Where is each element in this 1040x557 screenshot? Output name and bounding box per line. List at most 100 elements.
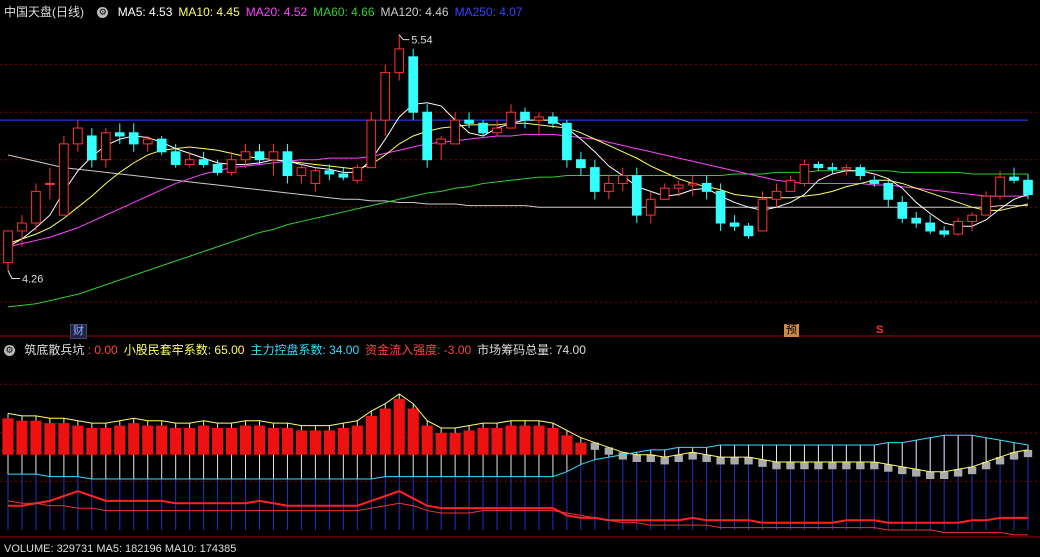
candle-body (534, 116, 544, 121)
candle-body (464, 119, 474, 124)
candle-body (827, 167, 838, 170)
candle-body (31, 190, 41, 224)
candle-body (925, 222, 936, 232)
candle-body (3, 230, 13, 264)
candle-body (268, 151, 279, 161)
fund-block (128, 423, 140, 455)
candle-body (715, 190, 726, 224)
fund-block (323, 430, 335, 455)
candle-body (170, 151, 181, 165)
candle-body (198, 159, 209, 165)
candle-body (338, 173, 349, 178)
ma-legend-item: MA120: 4.46 (380, 5, 449, 19)
candle-body (226, 159, 237, 173)
indicator-panel-header: ⚙ 筑底散兵坑 : 0.00 小股民套牢系数: 65.00 主力控盘系数: 34.0… (0, 342, 598, 358)
ma5-line (7, 102, 1029, 248)
fund-block (58, 423, 70, 455)
indicator-legend: : 0.00 小股民套牢系数: 65.00 主力控盘系数: 34.00 资金流入强度:… (88, 343, 592, 357)
candle-body (100, 132, 111, 161)
fund-block (407, 408, 419, 455)
candle-body (603, 182, 614, 192)
chip-block (618, 452, 627, 460)
chip-block (646, 454, 655, 462)
candle-body (953, 220, 963, 235)
fund-block (2, 418, 14, 455)
indicator-legend-item: 主力控盘系数: 34.00 (250, 343, 360, 357)
indicator-gear-icon[interactable]: ⚙ (4, 345, 15, 357)
candle-body (673, 184, 684, 189)
fund-block (156, 425, 168, 455)
fund-block (575, 442, 587, 455)
chip-block (786, 462, 795, 470)
candle-body (156, 138, 167, 153)
fund-block (393, 398, 405, 455)
fund-block (365, 415, 377, 455)
chip-block (828, 462, 837, 470)
candle-body (184, 159, 195, 165)
fund-block (184, 428, 196, 455)
chip-block (842, 462, 851, 470)
chip-block (688, 452, 697, 460)
chip-block (939, 471, 949, 479)
candle-body (562, 122, 572, 161)
high-pointer (398, 34, 410, 41)
fund-block (309, 430, 321, 455)
candle-body (897, 201, 908, 219)
ma-legend-item: MA5: 4.53 (117, 5, 173, 19)
chip-block (912, 469, 921, 477)
stock-label: 中国天盘(日线) (4, 5, 84, 19)
ma-legend-item: MA20: 4.52 (245, 5, 308, 19)
indicator-name: 筑底散兵坑 (24, 343, 85, 357)
candle-body (799, 163, 810, 184)
ma60-line (7, 170, 1028, 308)
candle-body (450, 119, 460, 145)
candle-body (352, 167, 363, 181)
indicator-legend-item: 市场筹码总量: 74.00 (477, 343, 586, 357)
candle-body (240, 151, 251, 161)
chip-block (674, 454, 683, 462)
candle-body (422, 111, 433, 161)
candle-body (967, 214, 977, 222)
fund-block (491, 428, 503, 455)
candle-body (659, 187, 670, 200)
indicator-legend-item: : 0.00 (87, 343, 118, 357)
candle-body (142, 138, 153, 145)
fund-block (533, 425, 545, 455)
candle-body (380, 72, 391, 121)
inflow-line (8, 490, 1028, 524)
candle-body (478, 122, 488, 134)
fund-block (212, 428, 224, 455)
candle-body (366, 119, 377, 169)
candle-body (128, 132, 139, 145)
candle-body (645, 198, 656, 216)
ma-legend-item: MA10: 4.45 (178, 5, 240, 19)
fund-block (100, 428, 112, 455)
settings-gear-icon[interactable]: ⚙ (97, 7, 109, 19)
fund-block (519, 425, 531, 455)
candle-body (771, 190, 782, 200)
s-marker[interactable]: S (874, 324, 885, 337)
cai-marker[interactable]: 财 (70, 324, 87, 339)
chip-block (856, 462, 865, 470)
candle-body (17, 222, 27, 232)
fund-block (379, 408, 391, 455)
candle-body (981, 195, 991, 216)
fund-block (253, 425, 266, 455)
candle-body (506, 111, 516, 129)
yu-marker[interactable]: 预 (784, 324, 799, 337)
low-pointer (7, 270, 20, 280)
chip-block (1023, 449, 1033, 458)
chip-block (814, 462, 823, 470)
chip-block (870, 462, 879, 470)
fund-block (44, 423, 56, 455)
chip-block (898, 466, 907, 475)
fund-block (86, 428, 98, 455)
candle-body (995, 176, 1005, 197)
candle-body (576, 159, 586, 169)
candle-body (869, 179, 880, 184)
fund-block (561, 435, 573, 455)
candle-body (590, 167, 600, 192)
candle-body (492, 127, 502, 134)
chip-block (926, 471, 935, 479)
candle-body (296, 167, 307, 177)
